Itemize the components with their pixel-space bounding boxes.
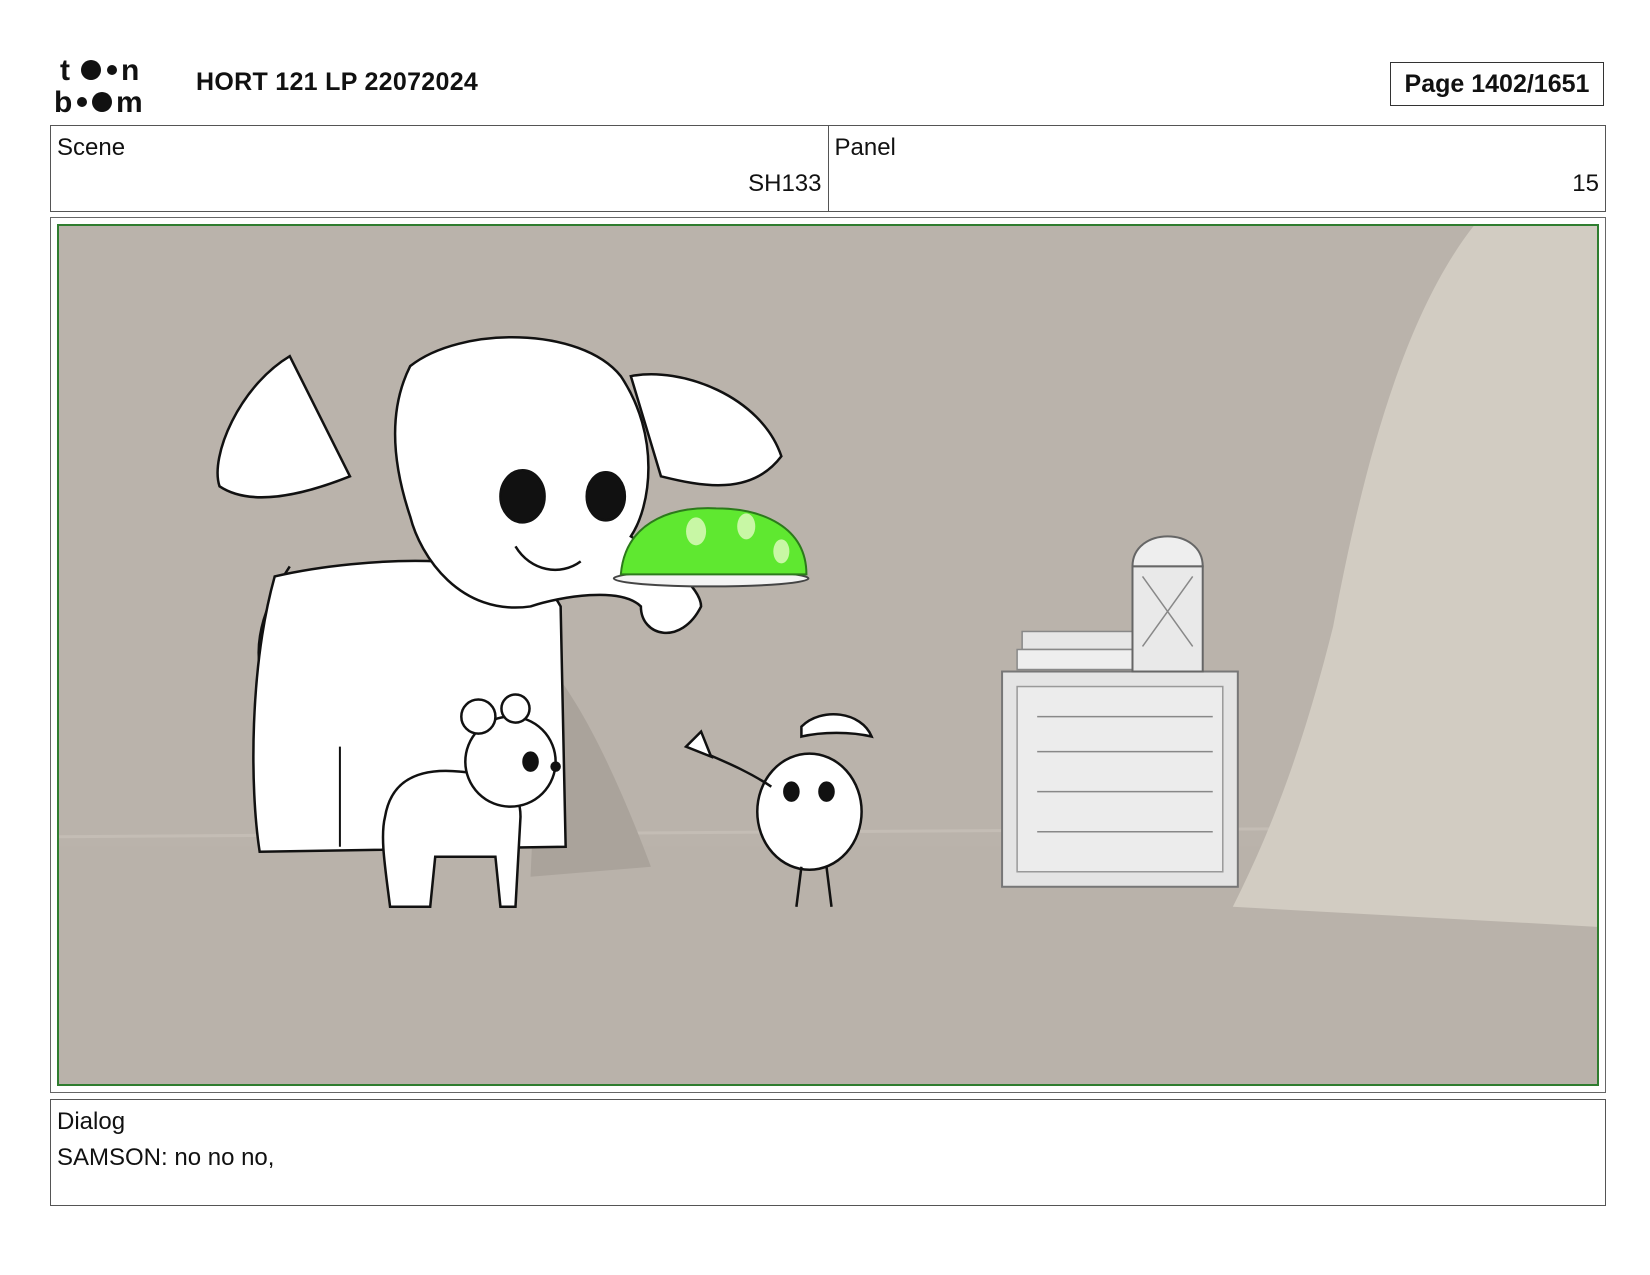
panel-value: 15 (1572, 170, 1599, 197)
panel-label: Panel (834, 134, 896, 161)
scene-panel-row: Scene SH133 Panel 15 (50, 125, 1606, 212)
document-title: HORT 121 LP 22072024 (196, 68, 479, 96)
cave-rock (1232, 226, 1597, 927)
dialog-box: Dialog SAMSON: no no no, (50, 1099, 1606, 1206)
crate (1001, 535, 1239, 888)
green-jelly (612, 507, 810, 588)
scene-value: SH133 (748, 170, 822, 197)
dialog-label: Dialog (57, 1108, 126, 1135)
panel-cell: Panel 15 (827, 126, 1606, 211)
svg-text:t: t (60, 54, 70, 87)
toon-boom-logo: t n b m (54, 52, 172, 119)
svg-text:m: m (116, 86, 143, 116)
panel-drawing (59, 226, 1597, 1084)
scene-label: Scene (57, 134, 126, 161)
panel-artwork (57, 224, 1599, 1086)
scene-cell: Scene SH133 (51, 126, 828, 211)
svg-text:n: n (121, 54, 139, 87)
dialog-text: SAMSON: no no no, (57, 1144, 275, 1171)
svg-text:b: b (54, 86, 72, 116)
page-counter: Page 1402/1651 (1390, 62, 1604, 106)
storyboard-panel (50, 217, 1606, 1093)
